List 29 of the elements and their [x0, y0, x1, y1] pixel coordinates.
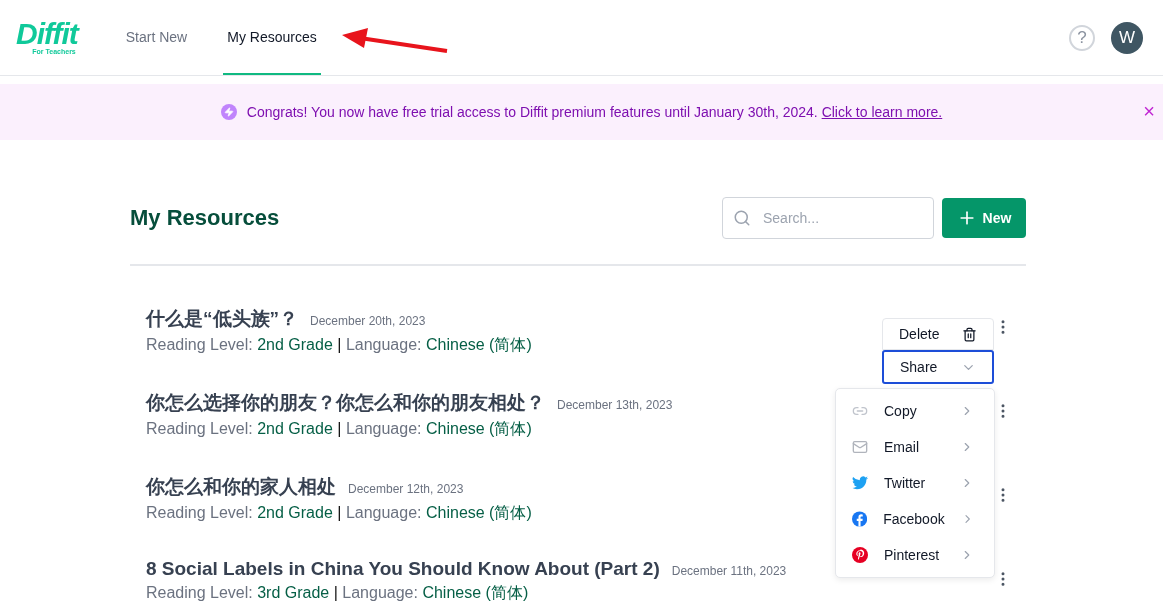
resource-date: December 11th, 2023: [671, 564, 787, 578]
search-field[interactable]: Search...: [722, 197, 934, 239]
menu-item[interactable]: Share: [882, 350, 994, 384]
resource-title[interactable]: 你怎么选择你的朋友？你怎么和你的朋友相处？: [146, 390, 545, 416]
nav-tab[interactable]: Start New: [121, 0, 192, 75]
share-option[interactable]: Pinterest: [836, 537, 994, 573]
resource-title[interactable]: 你怎么和你的家人相处: [146, 474, 336, 500]
share-option[interactable]: Copy: [836, 393, 994, 429]
resource-details: Reading Level: 2nd Grade | Language: Chinese (简体): [146, 503, 532, 523]
share-option[interactable]: Facebook: [836, 501, 994, 537]
menu-item[interactable]: Delete: [882, 318, 994, 350]
resource-title[interactable]: 什么是“低头族”？: [146, 306, 298, 332]
avatar[interactable]: W: [1111, 21, 1143, 54]
resource-date: December 12th, 2023: [348, 482, 464, 496]
logo-text: Diffit: [16, 20, 78, 48]
close-button[interactable]: ×: [1143, 102, 1155, 120]
share-option[interactable]: Email: [836, 429, 994, 465]
new-button[interactable]: New: [942, 198, 1026, 238]
resource-date: December 20th, 2023: [310, 314, 426, 328]
resource-details: Reading Level: 2nd Grade | Language: Chinese (简体): [146, 419, 532, 439]
page-title: My Resources: [130, 205, 281, 231]
resource-details: Reading Level: 2nd Grade | Language: Chinese (简体): [146, 335, 532, 355]
share-option[interactable]: Twitter: [836, 465, 994, 501]
learn-more-link[interactable]: Click to learn more.: [821, 104, 943, 120]
nav-tab[interactable]: My Resources: [223, 0, 321, 75]
resource-details: Reading Level: 3rd Grade | Language: Chinese (简体): [146, 583, 529, 603]
banner-message: Congrats! You now have free trial access to Diffit premium features until January 30th, 2024. Click to learn more.: [246, 104, 943, 120]
resource-date: December 13th, 2023: [557, 398, 673, 412]
resource-title[interactable]: 8 Social Labels in China You Should Know About (Part 2): [146, 558, 660, 580]
